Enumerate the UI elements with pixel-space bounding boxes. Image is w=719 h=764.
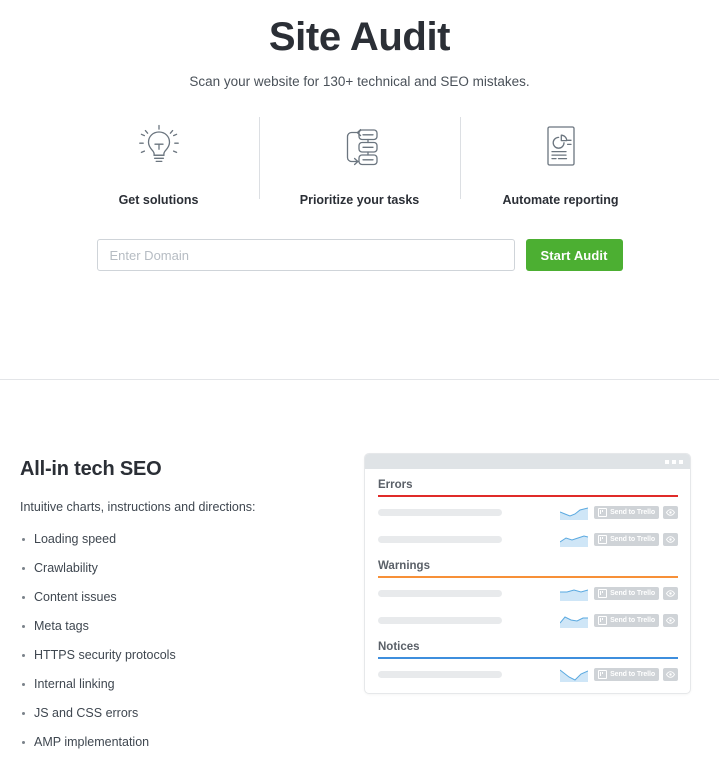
- hero-subtitle: Scan your website for 130+ technical and…: [189, 74, 530, 89]
- feature-list: Get solutions Prioritize your tasks Auto…: [0, 115, 719, 207]
- issue-row: Send to Trello: [378, 608, 678, 632]
- issue-name-placeholder: [378, 535, 502, 543]
- feature-label: Prioritize your tasks: [299, 193, 420, 207]
- trello-icon: [598, 615, 608, 625]
- eye-icon: [666, 535, 675, 543]
- list-item: JS and CSS errors: [20, 706, 340, 720]
- sparkline-chart: [560, 615, 589, 628]
- preview-button[interactable]: [663, 667, 678, 681]
- section-intro: Intuitive charts, instructions and direc…: [20, 500, 256, 514]
- eye-icon: [666, 508, 675, 516]
- list-item: Internal linking: [20, 677, 340, 691]
- section-title: All-in tech SEO: [20, 458, 162, 480]
- send-to-trello-label: Send to Trello: [610, 508, 655, 516]
- send-to-trello-label: Send to Trello: [610, 589, 655, 597]
- send-to-trello-label: Send to Trello: [610, 616, 655, 624]
- issue-row: Send to Trello: [378, 500, 678, 524]
- feature-get-solutions: Get solutions: [59, 115, 259, 207]
- feature-bullet-list: Loading speed Crawlability Content issue…: [20, 532, 340, 749]
- preview-button[interactable]: [663, 613, 678, 627]
- group-notices: Notices Send to Trello: [378, 641, 678, 686]
- group-title: Errors: [378, 479, 413, 491]
- sparkline-chart: [560, 534, 589, 547]
- window-dot-icon: [679, 459, 683, 464]
- trello-icon: [598, 507, 608, 517]
- group-rule: [378, 495, 678, 497]
- mockup-content: Errors Send to Trello Send to Trello War…: [365, 469, 690, 686]
- issue-name-placeholder: [378, 508, 502, 516]
- hero-section: Site Audit Scan your website for 130+ te…: [0, 0, 719, 91]
- issue-name-placeholder: [378, 670, 502, 678]
- audit-preview-panel: Errors Send to Trello Send to Trello War…: [364, 453, 691, 694]
- issue-row: Send to Trello: [378, 581, 678, 605]
- trello-icon: [598, 669, 608, 679]
- eye-icon: [666, 616, 675, 624]
- preview-button[interactable]: [663, 505, 678, 519]
- window-dot-icon: [665, 459, 669, 464]
- send-to-trello-button[interactable]: Send to Trello: [594, 505, 659, 519]
- audit-form: Start Audit: [0, 239, 719, 271]
- list-item: HTTPS security protocols: [20, 648, 340, 662]
- tech-seo-section: All-in tech SEO Intuitive charts, instru…: [0, 440, 719, 764]
- mockup-title-bar: [365, 454, 690, 469]
- send-to-trello-button[interactable]: Send to Trello: [594, 613, 659, 627]
- feature-automate-reporting: Automate reporting: [461, 115, 661, 207]
- group-title: Warnings: [378, 560, 430, 572]
- tech-seo-text-column: All-in tech SEO Intuitive charts, instru…: [0, 440, 340, 764]
- list-item: Crawlability: [20, 561, 340, 575]
- window-dot-icon: [672, 459, 676, 464]
- group-warnings: Warnings Send to Trello Send to Trello: [378, 560, 678, 632]
- preview-button[interactable]: [663, 586, 678, 600]
- lightbulb-icon: [131, 115, 187, 177]
- report-document-icon: [533, 115, 589, 177]
- send-to-trello-button[interactable]: Send to Trello: [594, 667, 659, 681]
- list-item: AMP implementation: [20, 735, 340, 749]
- issue-name-placeholder: [378, 589, 502, 597]
- send-to-trello-button[interactable]: Send to Trello: [594, 586, 659, 600]
- eye-icon: [666, 589, 675, 597]
- start-audit-button[interactable]: Start Audit: [525, 239, 623, 271]
- feature-label: Automate reporting: [502, 193, 619, 207]
- sparkline-chart: [560, 507, 589, 520]
- task-list-icon: [332, 115, 388, 177]
- page-title: Site Audit: [268, 15, 451, 59]
- trello-icon: [598, 534, 608, 544]
- send-to-trello-button[interactable]: Send to Trello: [594, 532, 659, 546]
- domain-input[interactable]: [96, 239, 515, 271]
- feature-label: Get solutions: [118, 193, 199, 207]
- list-item: Content issues: [20, 590, 340, 604]
- eye-icon: [666, 670, 675, 678]
- issue-row: Send to Trello: [378, 527, 678, 551]
- list-item: Meta tags: [20, 619, 340, 633]
- group-title: Notices: [378, 641, 420, 653]
- sparkline-chart: [560, 669, 589, 682]
- list-item: Loading speed: [20, 532, 340, 546]
- issue-name-placeholder: [378, 616, 502, 624]
- section-divider: [0, 379, 719, 380]
- send-to-trello-label: Send to Trello: [610, 535, 655, 543]
- issue-row: Send to Trello: [378, 662, 678, 686]
- feature-prioritize-tasks: Prioritize your tasks: [260, 115, 460, 207]
- group-rule: [378, 576, 678, 578]
- group-errors: Errors Send to Trello Send to Trello: [378, 479, 678, 551]
- preview-button[interactable]: [663, 532, 678, 546]
- trello-icon: [598, 588, 608, 598]
- sparkline-chart: [560, 588, 589, 601]
- group-rule: [378, 657, 678, 659]
- send-to-trello-label: Send to Trello: [610, 670, 655, 678]
